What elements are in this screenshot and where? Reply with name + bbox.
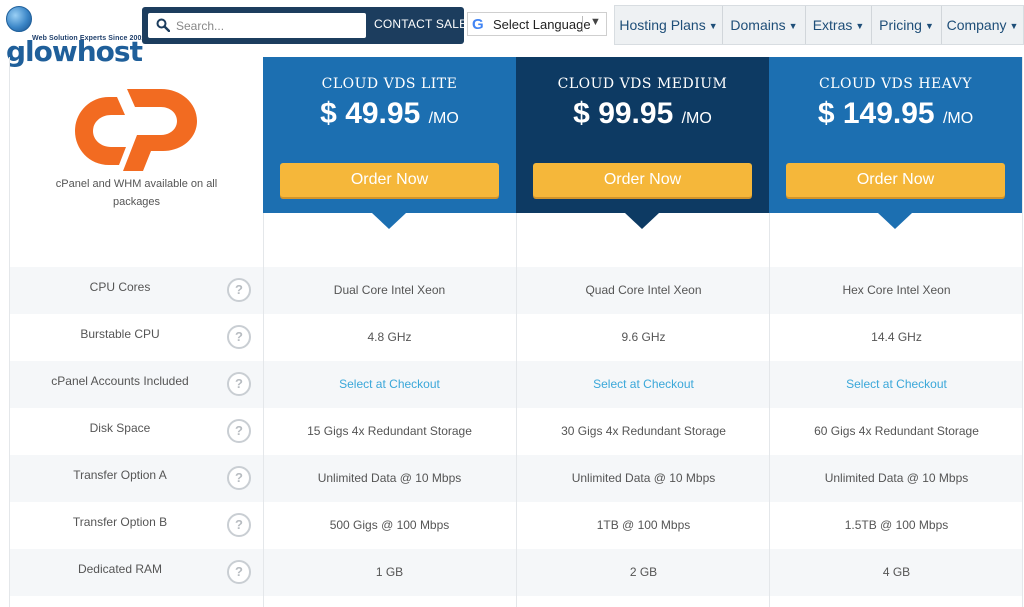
globe-icon [6, 6, 32, 32]
feature-value: 1.5TB @ 100 Mbps [844, 518, 949, 532]
cpanel-info: cPanel and WHM available on all packages [10, 57, 263, 267]
feature-value: Quad Core Intel Xeon [585, 283, 702, 297]
select-at-checkout-link[interactable]: Select at Checkout [517, 361, 770, 408]
help-icon[interactable]: ? [227, 560, 251, 584]
feature-value: 4.8 GHz [367, 330, 412, 344]
help-icon[interactable]: ? [227, 325, 251, 349]
feature-value: Hex Core Intel Xeon [842, 283, 951, 297]
feature-value: 2 GB [629, 565, 658, 579]
order-now-button[interactable]: Order Now [280, 163, 499, 197]
order-now-button[interactable]: Order Now [786, 163, 1005, 197]
search-input[interactable] [176, 17, 361, 34]
column-divider [1022, 57, 1023, 607]
google-icon: G [472, 16, 484, 33]
pricing-table: CPU Cores ? Dual Core Intel Xeon Quad Co… [9, 57, 1023, 607]
plan-name: CLOUD VDS MEDIUM [557, 76, 728, 92]
cpanel-logo-icon [75, 89, 197, 171]
feature-label: cPanel Accounts Included [51, 374, 189, 388]
search-box [148, 13, 366, 38]
feature-value: 60 Gigs 4x Redundant Storage [814, 424, 979, 438]
logo-tagline: Web Solution Experts Since 2002 [32, 35, 146, 42]
select-at-checkout-link[interactable]: Select at Checkout [263, 361, 516, 408]
feature-value: 1TB @ 100 Mbps [596, 518, 691, 532]
feature-value: 9.6 GHz [621, 330, 666, 344]
nav-company[interactable]: Company ▼ [942, 6, 1023, 44]
plan-card-heavy: CLOUD VDS HEAVY $ 149.95 /MO Order Now [769, 57, 1022, 213]
plan-price: $ 99.95 /MO [573, 97, 712, 130]
feature-value: Unlimited Data @ 10 Mbps [317, 471, 462, 485]
caret-down-icon: ▼ [855, 21, 865, 31]
select-at-checkout-link[interactable]: Select at Checkout [770, 361, 1023, 408]
nav-hosting-plans[interactable]: Hosting Plans ▼ [615, 6, 722, 44]
feature-value: 500 Gigs @ 100 Mbps [329, 518, 450, 532]
caret-down-icon: ▼ [708, 21, 718, 31]
contact-sales-link[interactable]: CONTACT SALES [374, 17, 476, 31]
glowhost-logo[interactable]: glowhost Web Solution Experts Since 2002 [6, 4, 145, 68]
feature-value: 15 Gigs 4x Redundant Storage [307, 424, 472, 438]
help-icon[interactable]: ? [227, 419, 251, 443]
plan-pointer [372, 213, 406, 229]
language-select[interactable]: G Select Language ▼ [467, 12, 607, 36]
caret-down-icon: ▼ [1009, 21, 1019, 31]
nav-domains[interactable]: Domains ▼ [723, 6, 805, 44]
plan-name: CLOUD VDS LITE [321, 76, 458, 92]
language-divider [582, 16, 583, 32]
main-nav: Hosting Plans ▼ Domains ▼ Extras ▼ Pricing ▼… [614, 5, 1024, 45]
help-icon[interactable]: ? [227, 372, 251, 396]
plan-card-lite: CLOUD VDS LITE $ 49.95 /MO Order Now [263, 57, 516, 213]
feature-value: Dual Core Intel Xeon [333, 283, 446, 297]
dropdown-arrow-icon: ▼ [590, 16, 601, 28]
caret-down-icon: ▼ [788, 21, 798, 31]
feature-label: Transfer Option A [73, 468, 167, 482]
feature-label: Transfer Option B [72, 515, 168, 529]
plan-pointer [625, 213, 659, 229]
help-icon[interactable]: ? [227, 513, 251, 537]
feature-label: Dedicated RAM [77, 562, 163, 576]
help-icon[interactable]: ? [227, 466, 251, 490]
plan-price: $ 49.95 /MO [320, 97, 459, 130]
help-icon[interactable]: ? [227, 278, 251, 302]
language-label: Select Language [493, 17, 591, 32]
feature-value: 30 Gigs 4x Redundant Storage [561, 424, 726, 438]
plan-name: CLOUD VDS HEAVY [818, 76, 973, 92]
feature-value: Unlimited Data @ 10 Mbps [824, 471, 969, 485]
search-bar: CONTACT SALES [142, 7, 475, 44]
search-icon[interactable] [156, 18, 170, 32]
feature-label: Burstable CPU [80, 327, 160, 341]
plan-card-medium: CLOUD VDS MEDIUM $ 99.95 /MO Order Now [516, 57, 769, 213]
order-now-button[interactable]: Order Now [533, 163, 752, 197]
nav-extras[interactable]: Extras ▼ [806, 6, 871, 44]
nav-pricing[interactable]: Pricing ▼ [872, 6, 941, 44]
cpanel-note: cPanel and WHM available on all packages [55, 178, 218, 208]
feature-label: Disk Space [89, 421, 151, 435]
caret-down-icon: ▼ [924, 21, 934, 31]
site-header: glowhost Web Solution Experts Since 2002… [0, 0, 1024, 68]
feature-label: CPU Cores [89, 280, 151, 294]
feature-value: 1 GB [375, 565, 404, 579]
feature-value: 14.4 GHz [871, 330, 922, 344]
feature-value: 4 GB [882, 565, 911, 579]
feature-value: Unlimited Data @ 10 Mbps [571, 471, 716, 485]
plan-price: $ 149.95 /MO [817, 97, 974, 130]
plan-pointer [878, 213, 912, 229]
